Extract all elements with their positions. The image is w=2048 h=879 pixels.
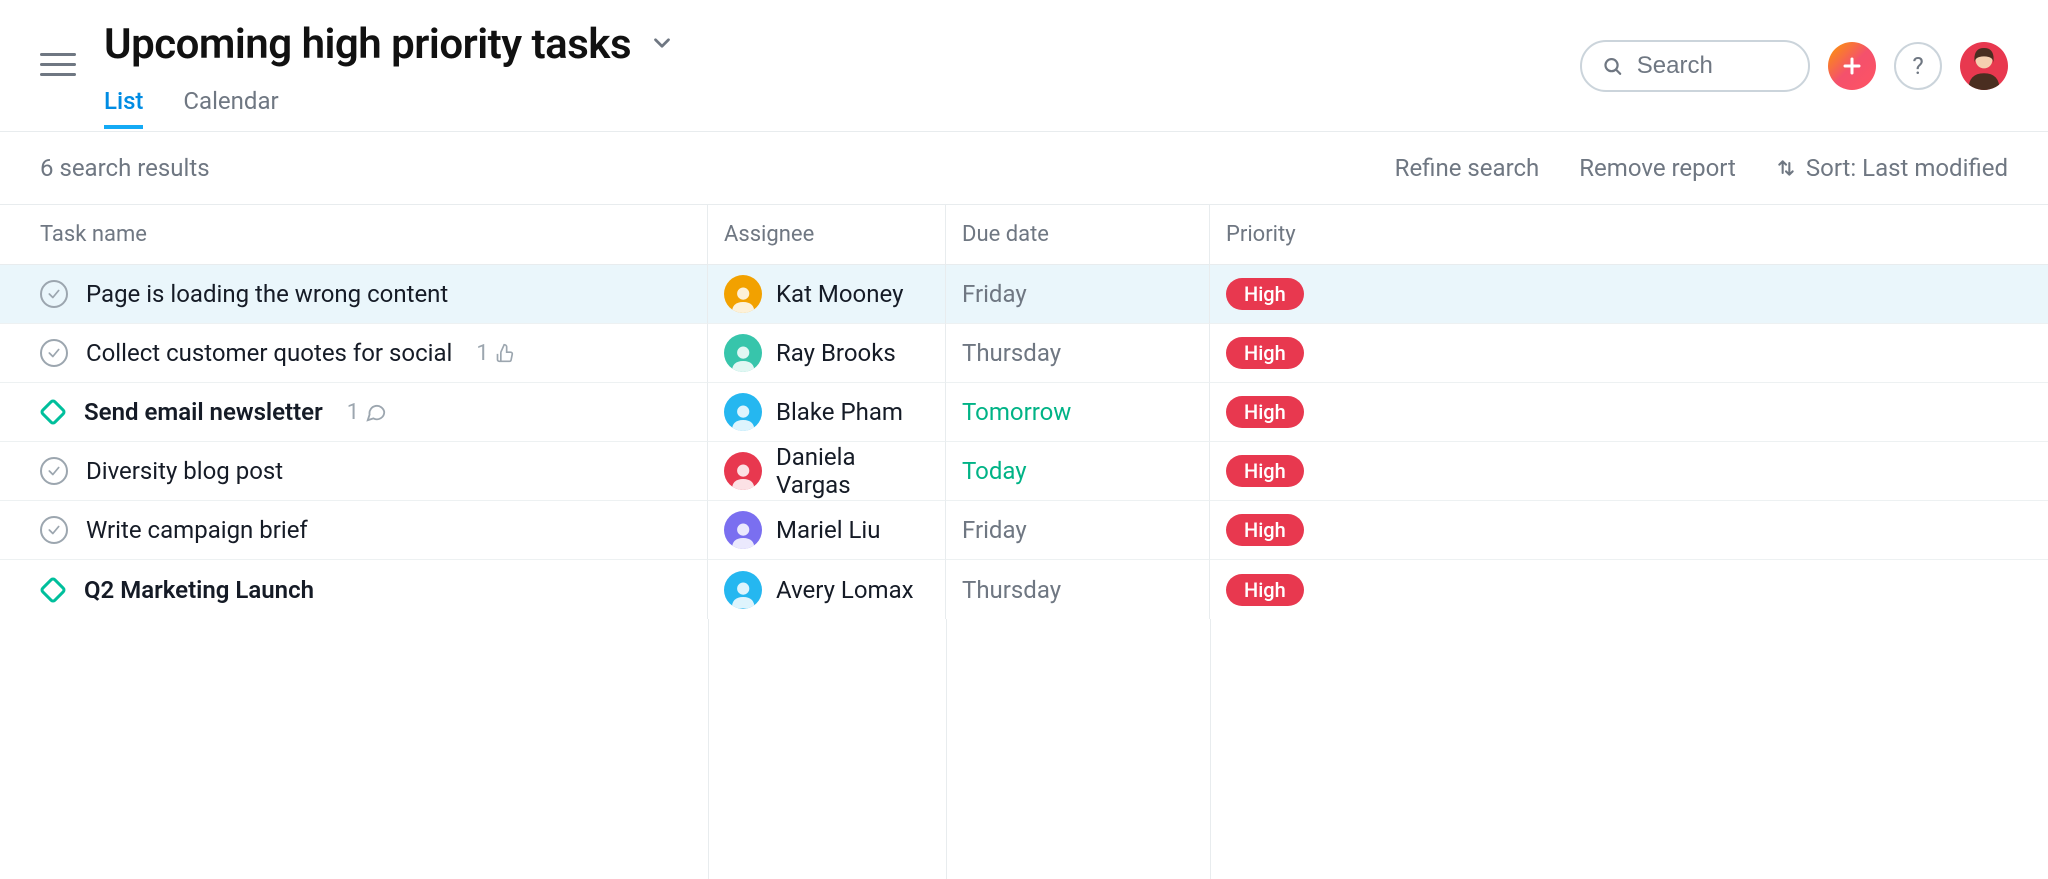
- like-count[interactable]: 1: [476, 341, 514, 366]
- sort-button[interactable]: Sort: Last modified: [1776, 154, 2008, 182]
- remove-report-button[interactable]: Remove report: [1579, 154, 1736, 182]
- question-icon: ?: [1912, 52, 1923, 80]
- assignee-cell[interactable]: Kat Mooney: [708, 265, 946, 324]
- task-cell[interactable]: Write campaign brief: [0, 501, 708, 560]
- due-date-cell[interactable]: Tomorrow: [946, 383, 1210, 442]
- help-button[interactable]: ?: [1894, 42, 1942, 90]
- due-date-cell[interactable]: Today: [946, 442, 1210, 501]
- refine-search-button[interactable]: Refine search: [1395, 154, 1540, 182]
- assignee-name: Blake Pham: [776, 398, 903, 426]
- due-date-cell[interactable]: Thursday: [946, 324, 1210, 383]
- priority-pill: High: [1226, 396, 1304, 428]
- assignee-name: Ray Brooks: [776, 339, 896, 367]
- task-name: Send email newsletter: [84, 398, 323, 426]
- sort-icon: [1776, 158, 1796, 178]
- assignee-name: Mariel Liu: [776, 516, 880, 544]
- table-guidelines: [0, 619, 2048, 879]
- milestone-icon[interactable]: [40, 577, 66, 603]
- priority-cell[interactable]: High: [1210, 383, 2048, 442]
- task-cell[interactable]: Collect customer quotes for social 1: [0, 324, 708, 383]
- task-cell[interactable]: Q2 Marketing Launch: [0, 560, 708, 619]
- results-count: 6 search results: [40, 154, 1395, 182]
- col-task-name[interactable]: Task name: [0, 205, 708, 265]
- complete-checkbox[interactable]: [40, 457, 68, 485]
- assignee-avatar: [724, 511, 762, 549]
- page-title: Upcoming high priority tasks: [104, 20, 631, 69]
- thumbs-up-icon: [495, 343, 515, 363]
- priority-pill: High: [1226, 337, 1304, 369]
- priority-cell[interactable]: High: [1210, 560, 2048, 619]
- assignee-cell[interactable]: Blake Pham: [708, 383, 946, 442]
- task-name: Q2 Marketing Launch: [84, 576, 314, 604]
- milestone-icon[interactable]: [40, 399, 66, 425]
- search-box[interactable]: [1580, 40, 1810, 92]
- priority-pill: High: [1226, 514, 1304, 546]
- assignee-name: Avery Lomax: [776, 576, 914, 604]
- due-date-cell[interactable]: Thursday: [946, 560, 1210, 619]
- priority-pill: High: [1226, 574, 1304, 606]
- search-input[interactable]: [1637, 52, 1776, 80]
- comment-count[interactable]: 1: [347, 400, 387, 425]
- priority-cell[interactable]: High: [1210, 442, 2048, 501]
- complete-checkbox[interactable]: [40, 339, 68, 367]
- assignee-name: Daniela Vargas: [776, 443, 929, 499]
- assignee-avatar: [724, 571, 762, 609]
- assignee-avatar: [724, 334, 762, 372]
- table-row[interactable]: Collect customer quotes for social 1 Ray B…: [0, 324, 2048, 383]
- task-name: Collect customer quotes for social: [86, 339, 452, 367]
- priority-cell[interactable]: High: [1210, 265, 2048, 324]
- assignee-cell[interactable]: Avery Lomax: [708, 560, 946, 619]
- priority-cell[interactable]: High: [1210, 324, 2048, 383]
- task-cell[interactable]: Page is loading the wrong content: [0, 265, 708, 324]
- table-row[interactable]: Diversity blog post Daniela Vargas Today Hi…: [0, 442, 2048, 501]
- avatar-icon: [1960, 42, 2008, 90]
- due-date-cell[interactable]: Friday: [946, 501, 1210, 560]
- comment-icon: [365, 401, 387, 423]
- complete-checkbox[interactable]: [40, 516, 68, 544]
- chevron-down-icon: [649, 30, 675, 56]
- priority-pill: High: [1226, 278, 1304, 310]
- table-row[interactable]: Q2 Marketing Launch Avery Lomax Thursday Hi…: [0, 560, 2048, 619]
- assignee-avatar: [724, 275, 762, 313]
- title-menu-button[interactable]: [649, 30, 675, 60]
- tab-calendar[interactable]: Calendar: [183, 87, 278, 129]
- assignee-cell[interactable]: Daniela Vargas: [708, 442, 946, 501]
- task-name: Page is loading the wrong content: [86, 280, 448, 308]
- task-name: Diversity blog post: [86, 457, 283, 485]
- task-cell[interactable]: Send email newsletter 1: [0, 383, 708, 442]
- assignee-avatar: [724, 393, 762, 431]
- search-icon: [1602, 53, 1623, 79]
- create-button[interactable]: [1828, 42, 1876, 90]
- assignee-cell[interactable]: Ray Brooks: [708, 324, 946, 383]
- menu-button[interactable]: [40, 46, 76, 82]
- complete-checkbox[interactable]: [40, 280, 68, 308]
- tab-list[interactable]: List: [104, 87, 143, 129]
- sort-label: Sort: Last modified: [1806, 154, 2008, 182]
- profile-button[interactable]: [1960, 42, 2008, 90]
- assignee-cell[interactable]: Mariel Liu: [708, 501, 946, 560]
- plus-icon: [1840, 54, 1864, 78]
- table-row[interactable]: Page is loading the wrong content Kat Moo…: [0, 265, 2048, 324]
- col-due-date[interactable]: Due date: [946, 205, 1210, 265]
- col-priority[interactable]: Priority: [1210, 205, 2048, 265]
- table-row[interactable]: Write campaign brief Mariel Liu Friday High: [0, 501, 2048, 560]
- table-header: Task name Assignee Due date Priority: [0, 205, 2048, 265]
- col-assignee[interactable]: Assignee: [708, 205, 946, 265]
- task-name: Write campaign brief: [86, 516, 308, 544]
- task-cell[interactable]: Diversity blog post: [0, 442, 708, 501]
- priority-cell[interactable]: High: [1210, 501, 2048, 560]
- assignee-avatar: [724, 452, 762, 490]
- table-row[interactable]: Send email newsletter 1 Blake Pham Tomorrow…: [0, 383, 2048, 442]
- due-date-cell[interactable]: Friday: [946, 265, 1210, 324]
- assignee-name: Kat Mooney: [776, 280, 903, 308]
- priority-pill: High: [1226, 455, 1304, 487]
